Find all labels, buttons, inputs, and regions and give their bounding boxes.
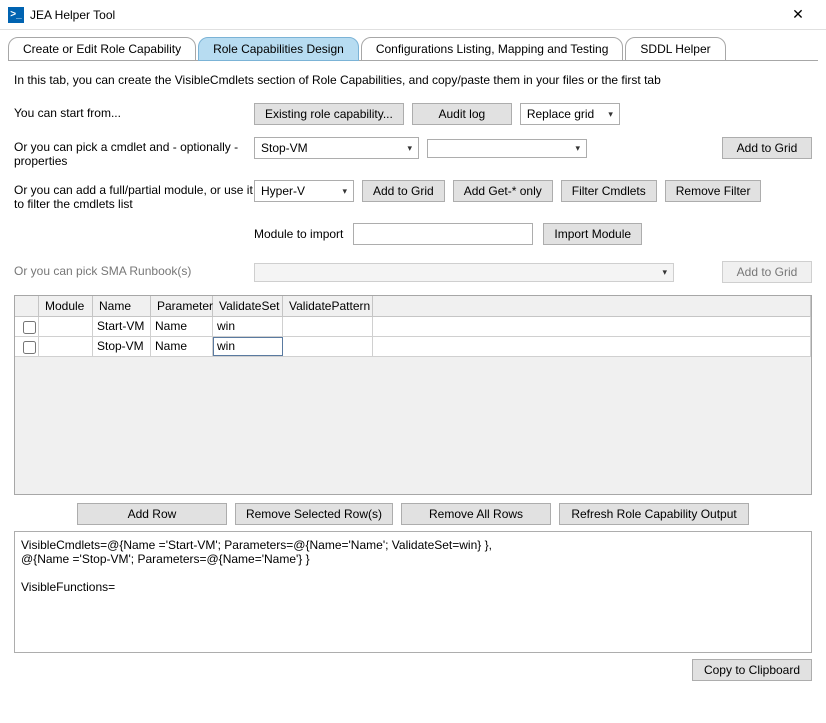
chevron-down-icon: ▾ bbox=[662, 267, 667, 278]
import-module-button[interactable]: Import Module bbox=[543, 223, 642, 245]
capability-grid[interactable]: Module Name Parameter ValidateSet Valida… bbox=[14, 295, 812, 495]
chevron-down-icon: ▾ bbox=[342, 186, 347, 197]
cell-validatepattern[interactable] bbox=[283, 317, 373, 336]
sma-dropdown: ▾ bbox=[254, 263, 674, 282]
grid-header: Module Name Parameter ValidateSet Valida… bbox=[15, 296, 811, 317]
cell-validateset-editing[interactable]: win bbox=[213, 337, 283, 356]
grid-header-validateset[interactable]: ValidateSet bbox=[213, 296, 283, 317]
cmdlet-dropdown[interactable]: Stop-VM ▾ bbox=[254, 137, 419, 159]
tab-sddl-helper[interactable]: SDDL Helper bbox=[625, 37, 725, 61]
module-add-get-only-button[interactable]: Add Get-* only bbox=[453, 180, 553, 202]
cell-validatepattern[interactable] bbox=[283, 337, 373, 356]
cell-parameter[interactable]: Name bbox=[151, 317, 213, 336]
intro-text: In this tab, you can create the VisibleC… bbox=[14, 73, 812, 87]
tab-configurations[interactable]: Configurations Listing, Mapping and Test… bbox=[361, 37, 624, 61]
tab-create-edit[interactable]: Create or Edit Role Capability bbox=[8, 37, 196, 61]
chevron-down-icon: ▾ bbox=[608, 109, 613, 120]
row-checkbox[interactable] bbox=[23, 321, 36, 334]
grid-header-parameter[interactable]: Parameter bbox=[151, 296, 213, 317]
app-icon: >_ bbox=[8, 7, 24, 23]
replace-grid-dropdown[interactable]: Replace grid ▾ bbox=[520, 103, 620, 125]
module-import-label: Module to import bbox=[254, 227, 343, 241]
refresh-output-button[interactable]: Refresh Role Capability Output bbox=[559, 503, 749, 525]
grid-button-bar: Add Row Remove Selected Row(s) Remove Al… bbox=[14, 503, 812, 525]
module-label: Or you can add a full/partial module, or… bbox=[14, 180, 254, 211]
existing-role-capability-button[interactable]: Existing role capability... bbox=[254, 103, 404, 125]
role-capability-output[interactable]: VisibleCmdlets=@{Name ='Start-VM'; Param… bbox=[14, 531, 812, 653]
table-row[interactable]: Start-VM Name win bbox=[15, 317, 811, 337]
module-import-input[interactable] bbox=[353, 223, 533, 245]
cmdlet-value: Stop-VM bbox=[261, 141, 308, 155]
grid-header-checkbox bbox=[15, 296, 39, 317]
module-value: Hyper-V bbox=[261, 184, 305, 198]
pick-cmdlet-label: Or you can pick a cmdlet and - optionall… bbox=[14, 137, 254, 168]
module-add-to-grid-button[interactable]: Add to Grid bbox=[362, 180, 445, 202]
tab-content: In this tab, you can create the VisibleC… bbox=[0, 61, 826, 689]
cell-parameter[interactable]: Name bbox=[151, 337, 213, 356]
cell-module[interactable] bbox=[39, 317, 93, 336]
cell-name[interactable]: Stop-VM bbox=[93, 337, 151, 356]
add-row-button[interactable]: Add Row bbox=[77, 503, 227, 525]
cell-module[interactable] bbox=[39, 337, 93, 356]
titlebar: >_ JEA Helper Tool ✕ bbox=[0, 0, 826, 30]
cell-validateset[interactable]: win bbox=[213, 317, 283, 336]
grid-header-spacer bbox=[373, 296, 811, 317]
cell-spacer bbox=[373, 317, 811, 336]
chevron-down-icon: ▾ bbox=[407, 143, 412, 154]
replace-grid-value: Replace grid bbox=[527, 107, 594, 121]
sma-label: Or you can pick SMA Runbook(s) bbox=[14, 261, 254, 278]
table-row[interactable]: Stop-VM Name win bbox=[15, 337, 811, 357]
start-from-label: You can start from... bbox=[14, 103, 254, 120]
sma-add-to-grid-button: Add to Grid bbox=[722, 261, 812, 283]
chevron-down-icon: ▾ bbox=[575, 143, 580, 154]
remove-filter-button[interactable]: Remove Filter bbox=[665, 180, 762, 202]
cell-spacer bbox=[373, 337, 811, 356]
tabstrip: Create or Edit Role Capability Role Capa… bbox=[0, 30, 826, 60]
copy-to-clipboard-button[interactable]: Copy to Clipboard bbox=[692, 659, 812, 681]
row-checkbox[interactable] bbox=[23, 341, 36, 354]
grid-header-validatepattern[interactable]: ValidatePattern bbox=[283, 296, 373, 317]
close-icon[interactable]: ✕ bbox=[778, 1, 818, 29]
audit-log-button[interactable]: Audit log bbox=[412, 103, 512, 125]
remove-selected-rows-button[interactable]: Remove Selected Row(s) bbox=[235, 503, 393, 525]
grid-header-module[interactable]: Module bbox=[39, 296, 93, 317]
module-dropdown[interactable]: Hyper-V ▾ bbox=[254, 180, 354, 202]
cell-name[interactable]: Start-VM bbox=[93, 317, 151, 336]
remove-all-rows-button[interactable]: Remove All Rows bbox=[401, 503, 551, 525]
grid-header-name[interactable]: Name bbox=[93, 296, 151, 317]
filter-cmdlets-button[interactable]: Filter Cmdlets bbox=[561, 180, 657, 202]
tab-role-capabilities-design[interactable]: Role Capabilities Design bbox=[198, 37, 359, 61]
window-title: JEA Helper Tool bbox=[30, 8, 778, 22]
cmdlet-property-dropdown[interactable]: ▾ bbox=[427, 139, 587, 158]
cmdlet-add-to-grid-button[interactable]: Add to Grid bbox=[722, 137, 812, 159]
